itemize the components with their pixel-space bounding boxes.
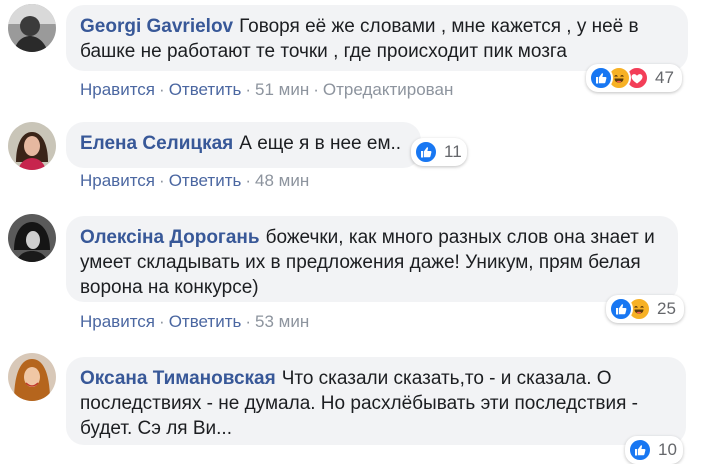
reaction-summary[interactable]: 11: [411, 138, 467, 166]
comment-bubble: Олексiна Дорогань божечки, как много разн…: [66, 216, 678, 302]
reaction-count: 25: [657, 299, 676, 318]
reaction-summary[interactable]: 47: [586, 64, 682, 92]
like-button[interactable]: Нравится: [80, 312, 155, 331]
comment-time[interactable]: 48 мин: [255, 171, 309, 190]
comment-bubble: Елена Селицкая А еще я в нее ем..: [66, 122, 421, 168]
separator: ·: [159, 171, 165, 190]
comment-bubble: Оксана Тимановская Что сказали сказать,то…: [66, 357, 686, 445]
separator: ·: [245, 312, 252, 331]
separator: ·: [245, 171, 252, 190]
reaction-count: 47: [655, 68, 674, 87]
reaction-count: 10: [658, 440, 677, 459]
like-icon: [628, 438, 652, 462]
separator: ·: [245, 80, 252, 99]
avatar[interactable]: [8, 4, 56, 52]
comment-actions: Нравится · Ответить · 48 мин: [80, 171, 309, 191]
comment-bubble: Georgi Gavrielov Говоря её же словами , м…: [66, 5, 688, 71]
like-button[interactable]: Нравится: [80, 171, 155, 190]
comment-author[interactable]: Оксана Тимановская: [80, 368, 276, 389]
reaction-summary[interactable]: 25: [606, 295, 684, 323]
separator: ·: [313, 80, 319, 99]
comment-time[interactable]: 51 мин: [255, 80, 309, 99]
comment-author[interactable]: Елена Селицкая: [80, 133, 233, 154]
reaction-count: 11: [444, 142, 462, 161]
avatar[interactable]: [8, 353, 56, 401]
like-button[interactable]: Нравится: [80, 80, 155, 99]
like-icon: [589, 66, 613, 90]
edited-label[interactable]: Отредактирован: [323, 80, 453, 99]
reply-button[interactable]: Ответить: [169, 80, 242, 99]
comment-author[interactable]: Georgi Gavrielov: [80, 16, 233, 37]
separator: ·: [159, 312, 165, 331]
comment-author[interactable]: Олексiна Дорогань: [80, 227, 260, 248]
comment-text: А еще я в нее ем..: [239, 133, 402, 154]
reaction-summary[interactable]: 10: [625, 436, 683, 464]
like-icon: [414, 140, 438, 164]
avatar[interactable]: [8, 122, 56, 170]
reply-button[interactable]: Ответить: [169, 312, 242, 331]
avatar[interactable]: [8, 214, 56, 262]
separator: ·: [159, 80, 165, 99]
comment-actions: Нравится · Ответить · 53 мин: [80, 312, 309, 332]
reply-button[interactable]: Ответить: [169, 171, 242, 190]
comment-time[interactable]: 53 мин: [255, 312, 309, 331]
like-icon: [609, 297, 633, 321]
comment-actions: Нравится · Ответить · 51 мин · Отредактирован: [80, 80, 453, 100]
